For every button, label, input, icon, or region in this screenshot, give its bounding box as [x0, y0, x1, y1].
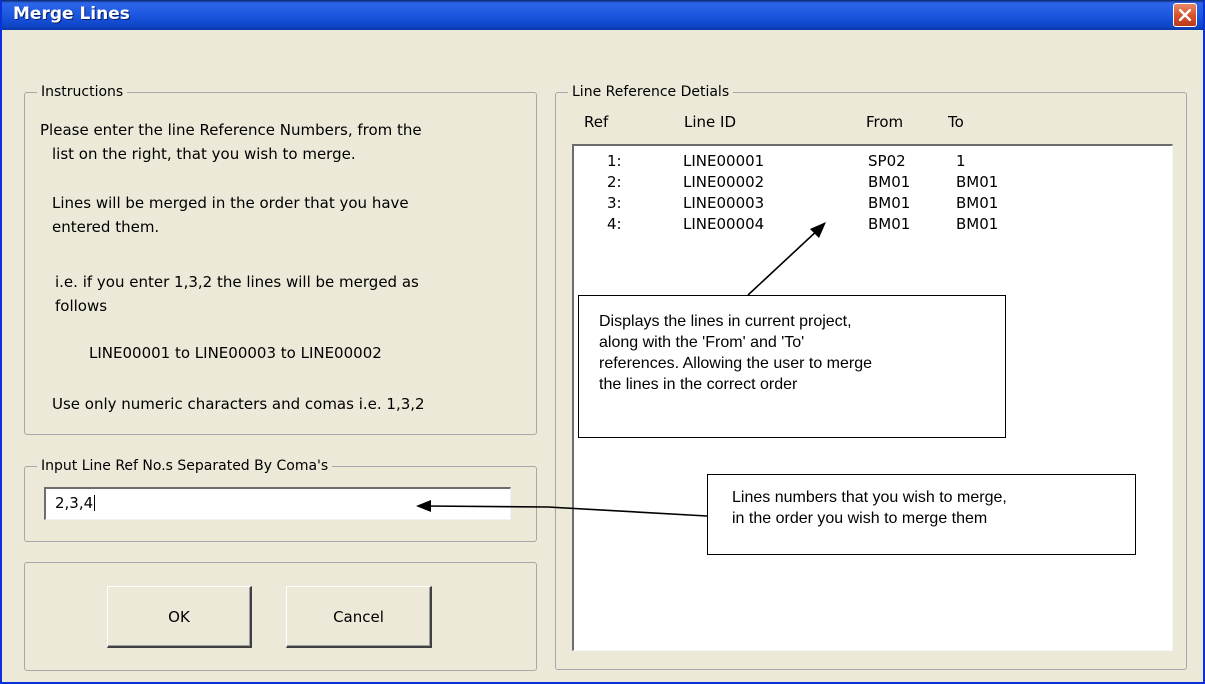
line-ref-input-value: 2,3,4: [55, 494, 94, 512]
window-title: Merge Lines: [13, 4, 130, 24]
instruction-line-1: Please enter the line Reference Numbers,…: [40, 121, 422, 139]
instructions-legend: Instructions: [37, 83, 128, 101]
row-ref: 2:: [607, 173, 622, 191]
instruction-line-6: follows: [55, 297, 108, 315]
close-icon: [1179, 9, 1191, 21]
list-item[interactable]: 4: LINE00004 BM01 BM01: [574, 215, 1172, 235]
row-to: BM01: [956, 215, 999, 233]
list-callout-line-2: along with the 'From' and 'To': [599, 334, 805, 351]
text-caret: [94, 495, 96, 511]
column-header-to: To: [948, 113, 964, 131]
row-from: SP02: [868, 152, 906, 170]
row-from: BM01: [868, 194, 911, 212]
instruction-line-7: LINE00001 to LINE00003 to LINE00002: [89, 344, 382, 362]
row-to: 1: [956, 152, 966, 170]
list-item[interactable]: 1: LINE00001 SP02 1: [574, 152, 1172, 172]
list-callout-line-4: the lines in the correct order: [599, 376, 798, 393]
instruction-line-3: Lines will be merged in the order that y…: [52, 194, 409, 212]
row-ref: 3:: [607, 194, 622, 212]
close-button[interactable]: [1173, 3, 1197, 27]
input-group-legend: Input Line Ref No.s Separated By Coma's: [37, 457, 333, 475]
buttons-group: [24, 562, 537, 671]
instruction-line-2: list on the right, that you wish to merg…: [52, 145, 356, 163]
row-from: BM01: [868, 173, 911, 191]
list-callout: Displays the lines in current project, a…: [578, 295, 1006, 438]
row-line-id: LINE00001: [683, 152, 765, 170]
list-item[interactable]: 3: LINE00003 BM01 BM01: [574, 194, 1172, 214]
row-line-id: LINE00004: [683, 215, 765, 233]
list-callout-line-3: references. Allowing the user to merge: [599, 355, 873, 372]
row-to: BM01: [956, 194, 999, 212]
row-line-id: LINE00003: [683, 194, 765, 212]
column-header-from: From: [866, 113, 904, 131]
row-from: BM01: [868, 215, 911, 233]
cancel-button[interactable]: Cancel: [286, 586, 432, 648]
row-ref: 4:: [607, 215, 622, 233]
input-callout-line-1: Lines numbers that you wish to merge,: [732, 489, 1007, 506]
title-bar[interactable]: Merge Lines: [2, 0, 1203, 30]
instruction-line-8: Use only numeric characters and comas i.…: [52, 395, 425, 413]
input-callout: Lines numbers that you wish to merge, in…: [707, 474, 1136, 555]
column-header-ref: Ref: [584, 113, 609, 131]
row-line-id: LINE00002: [683, 173, 765, 191]
line-ref-input[interactable]: 2,3,4: [44, 487, 511, 520]
row-ref: 1:: [607, 152, 622, 170]
instruction-line-4: entered them.: [52, 218, 160, 236]
list-callout-line-1: Displays the lines in current project,: [599, 313, 852, 330]
column-header-line-id: Line ID: [684, 113, 737, 131]
instruction-line-5: i.e. if you enter 1,3,2 the lines will b…: [55, 273, 419, 291]
ok-button[interactable]: OK: [107, 586, 252, 648]
input-callout-line-2: in the order you wish to merge them: [732, 510, 988, 527]
line-details-legend: Line Reference Detials: [568, 83, 734, 101]
list-item[interactable]: 2: LINE00002 BM01 BM01: [574, 173, 1172, 193]
row-to: BM01: [956, 173, 999, 191]
